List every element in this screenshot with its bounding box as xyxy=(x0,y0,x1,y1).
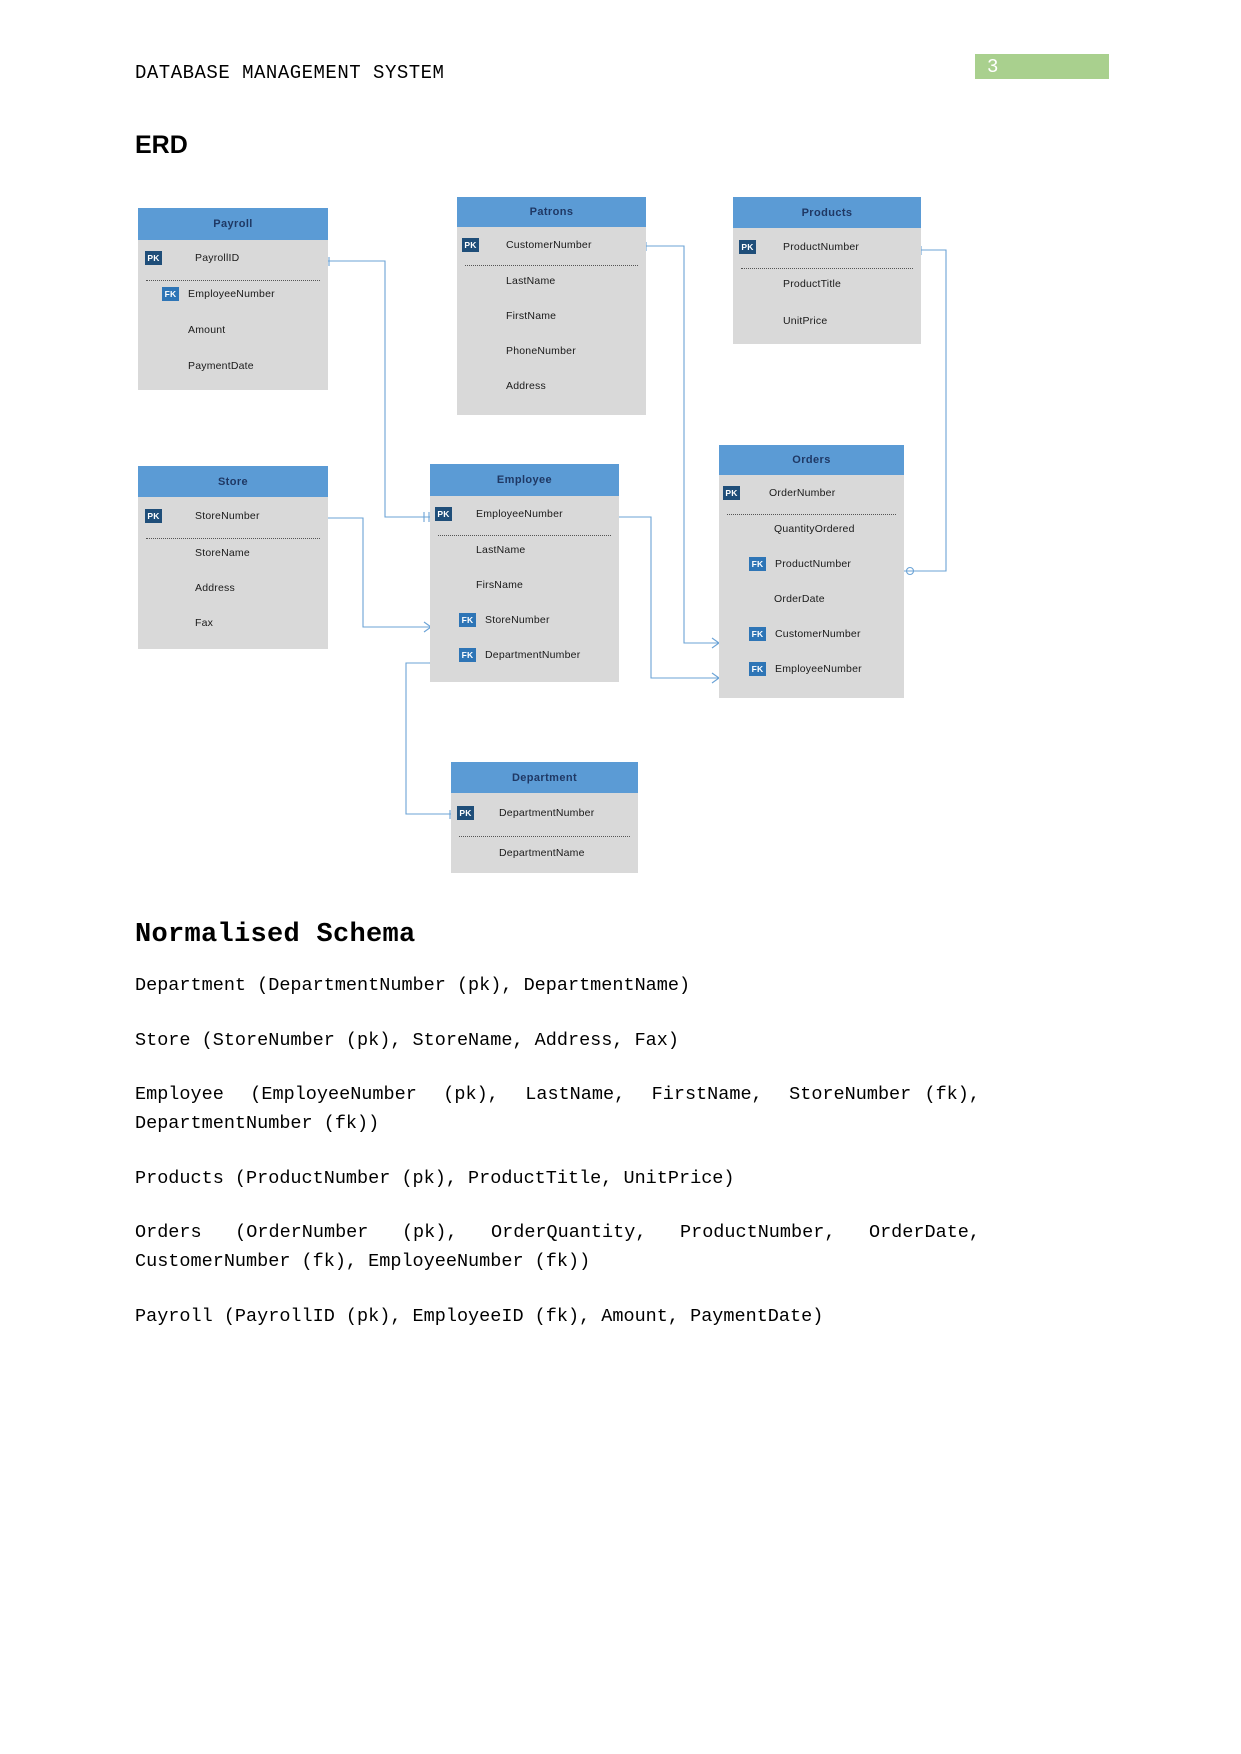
entity-row: UnitPrice xyxy=(733,302,921,339)
schema-relation-products: Products (ProductNumber (pk), ProductTit… xyxy=(135,1167,735,1189)
entity-row: LastName xyxy=(430,532,619,567)
pk-badge: PK xyxy=(462,238,479,252)
entity-row: Fax xyxy=(138,605,328,640)
fk-badge: FK xyxy=(162,287,179,301)
erd-diagram: Payroll PK PayrollID FK EmployeeNumber A… xyxy=(0,0,1241,900)
entity-field-label: OrderDate xyxy=(774,592,825,605)
entity-title-products: Products xyxy=(733,197,921,228)
entity-row: PK CustomerNumber xyxy=(457,227,646,263)
entity-department[interactable]: Department PK DepartmentNumber Departmen… xyxy=(451,762,638,873)
entity-row: Address xyxy=(138,570,328,605)
entity-row: PK EmployeeNumber xyxy=(430,496,619,532)
pk-badge: PK xyxy=(145,251,162,265)
entity-patrons[interactable]: Patrons PK CustomerNumber LastName First… xyxy=(457,197,646,415)
fk-badge: FK xyxy=(459,612,476,627)
fk-badge: FK xyxy=(749,556,766,571)
entity-row: FirsName xyxy=(430,567,619,602)
entity-field-label: UnitPrice xyxy=(783,314,828,327)
entity-field-label: FirsName xyxy=(476,578,524,591)
entity-row: FirstName xyxy=(457,298,646,333)
entity-field-label: EmployeeNumber xyxy=(188,288,275,300)
pk-badge: PK xyxy=(435,507,452,521)
entity-employee[interactable]: Employee PK EmployeeNumber LastName Firs… xyxy=(430,464,619,682)
entity-field-label: StoreNumber xyxy=(485,613,550,626)
schema-relation-orders: Orders (OrderNumber (pk), OrderQuantity,… xyxy=(135,1222,992,1273)
pk-badge: PK xyxy=(739,239,756,254)
schema-relation-department: Department (DepartmentNumber (pk), Depar… xyxy=(135,975,691,996)
fk-badge: FK xyxy=(459,647,476,662)
entity-row: FK ProductNumber xyxy=(719,546,904,581)
entity-row: PK DepartmentNumber xyxy=(451,793,638,833)
entity-field-label: ProductNumber xyxy=(783,240,860,253)
entity-row: OrderDate xyxy=(719,581,904,616)
entity-field-label: FirstName xyxy=(506,309,557,322)
entity-field-label: Address xyxy=(195,581,235,594)
entity-field-label: StoreName xyxy=(195,546,250,559)
entity-row: ProductTitle xyxy=(733,265,921,302)
no-key-spacer xyxy=(162,323,179,337)
schema-relation-store: Store (StoreNumber (pk), StoreName, Addr… xyxy=(135,1029,679,1051)
entity-field-label: ProductTitle xyxy=(783,277,842,290)
entity-field-label: PayrollID xyxy=(195,252,240,264)
entity-field-label: Fax xyxy=(195,616,214,629)
entity-title-patrons: Patrons xyxy=(457,197,646,227)
entity-field-label: DepartmentName xyxy=(499,847,585,859)
entity-row: Amount xyxy=(138,312,328,348)
entity-row: FK CustomerNumber xyxy=(719,616,904,651)
entity-products[interactable]: Products PK ProductNumber ProductTitle U… xyxy=(733,197,921,344)
entity-field-label: LastName xyxy=(476,543,526,556)
entity-row: DepartmentName xyxy=(451,833,638,873)
entity-row: QuantityOrdered xyxy=(719,511,904,546)
pk-badge: PK xyxy=(145,509,162,523)
entity-field-label: LastName xyxy=(506,274,556,287)
schema-relation-employee: Employee (EmployeeNumber (pk), LastName,… xyxy=(135,1084,992,1135)
section-heading-normalised-schema: Normalised Schema xyxy=(135,920,416,950)
entity-field-label: CustomerNumber xyxy=(775,627,861,640)
entity-row: FK StoreNumber xyxy=(430,602,619,637)
entity-title-employee: Employee xyxy=(430,464,619,496)
entity-row: PK OrderNumber xyxy=(719,475,904,511)
pk-badge: PK xyxy=(723,486,740,500)
entity-field-label: CustomerNumber xyxy=(506,239,592,251)
entity-title-store: Store xyxy=(138,466,328,497)
entity-field-label: Amount xyxy=(188,324,226,336)
entity-row: PK StoreNumber xyxy=(138,497,328,535)
entity-row: PK ProductNumber xyxy=(733,228,921,265)
entity-row: LastName xyxy=(457,263,646,298)
entity-row: PK PayrollID xyxy=(138,240,328,276)
document-page: DATABASE MANAGEMENT SYSTEM 3 ERD Payroll… xyxy=(0,0,1241,1754)
entity-row: FK DepartmentNumber xyxy=(430,637,619,672)
entity-field-label: DepartmentNumber xyxy=(499,807,595,819)
entity-payroll[interactable]: Payroll PK PayrollID FK EmployeeNumber A… xyxy=(138,208,328,390)
fk-badge: FK xyxy=(749,626,766,641)
entity-row: FK EmployeeNumber xyxy=(138,276,328,312)
entity-field-label: EmployeeNumber xyxy=(775,662,862,675)
entity-row: FK EmployeeNumber xyxy=(719,651,904,686)
entity-field-label: StoreNumber xyxy=(195,510,260,522)
entity-title-department: Department xyxy=(451,762,638,793)
entity-orders[interactable]: Orders PK OrderNumber QuantityOrdered FK… xyxy=(719,445,904,698)
entity-title-orders: Orders xyxy=(719,445,904,475)
pk-badge: PK xyxy=(457,806,474,820)
entity-field-label: ProductNumber xyxy=(775,557,852,570)
entity-row: PaymentDate xyxy=(138,348,328,384)
fk-badge: FK xyxy=(749,661,766,676)
schema-relation-payroll: Payroll (PayrollID (pk), EmployeeID (fk)… xyxy=(135,1305,824,1327)
entity-field-label: EmployeeNumber xyxy=(476,508,563,520)
entity-field-label: PhoneNumber xyxy=(506,344,576,357)
normalised-schema-list: Department (DepartmentNumber (pk), Depar… xyxy=(135,972,980,1357)
no-key-spacer xyxy=(162,359,179,373)
entity-row: PhoneNumber xyxy=(457,333,646,368)
entity-field-label: PaymentDate xyxy=(188,360,254,372)
entity-row: StoreName xyxy=(138,535,328,570)
entity-title-payroll: Payroll xyxy=(138,208,328,240)
entity-field-label: QuantityOrdered xyxy=(774,522,855,535)
entity-field-label: Address xyxy=(506,379,546,392)
entity-field-label: OrderNumber xyxy=(769,487,836,499)
entity-store[interactable]: Store PK StoreNumber StoreName Address F… xyxy=(138,466,328,649)
entity-row: Address xyxy=(457,368,646,403)
entity-field-label: DepartmentNumber xyxy=(485,648,581,661)
